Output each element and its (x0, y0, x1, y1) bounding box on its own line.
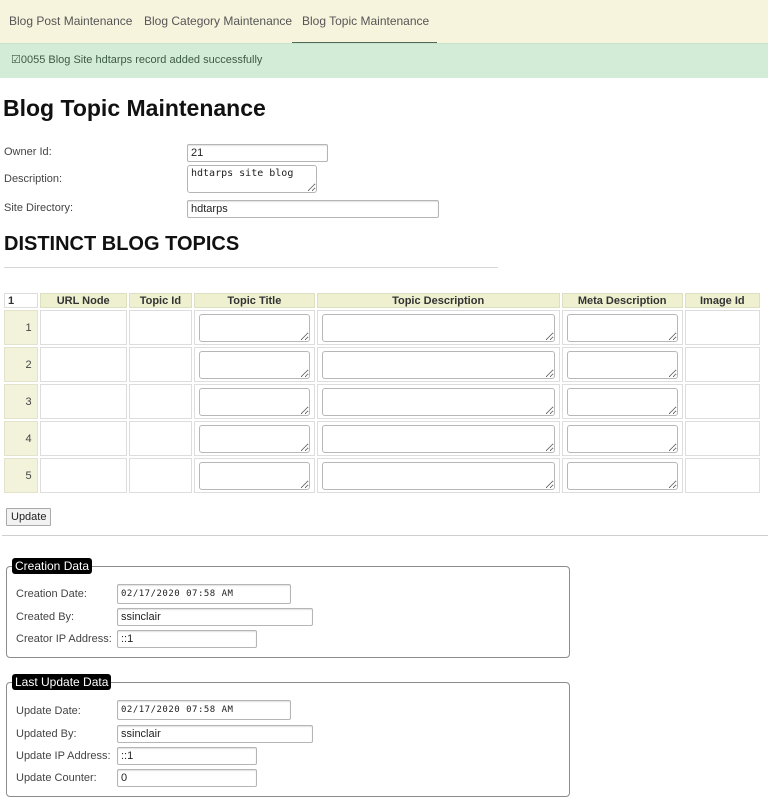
image-id-cell (684, 421, 760, 456)
topic-title-textarea[interactable] (199, 350, 310, 379)
divider (2, 535, 768, 536)
created-by-label: Created By: (16, 611, 75, 623)
url-node-cell (39, 384, 127, 419)
image-id-cell (684, 384, 760, 419)
column-header-topic-title: Topic Title (194, 293, 315, 308)
meta-description-cell (561, 458, 683, 493)
update-counter-input[interactable] (117, 769, 257, 787)
column-header-topic-id: Topic Id (128, 293, 193, 308)
last-update-data-legend: Last Update Data (12, 674, 112, 690)
creator-ip-label: Creator IP Address: (16, 633, 112, 645)
topic-id-cell (128, 310, 193, 345)
table-row: 3 (4, 384, 760, 419)
column-header-meta-description: Meta Description (561, 293, 683, 308)
topic-description-textarea[interactable] (321, 313, 555, 342)
creation-date-label: Creation Date: (16, 588, 87, 600)
row-number: 4 (4, 421, 38, 456)
update-counter-label: Update Counter: (16, 772, 97, 784)
owner-id-input[interactable] (187, 144, 328, 162)
creation-data-legend: Creation Data (12, 558, 93, 574)
meta-description-cell (561, 384, 683, 419)
meta-description-textarea[interactable] (566, 387, 678, 416)
column-header-image-id: Image Id (684, 293, 760, 308)
url-node-cell (39, 458, 127, 493)
tab-blog-category-maintenance[interactable]: Blog Category Maintenance (144, 0, 292, 43)
update-ip-input[interactable] (117, 747, 257, 765)
topic-id-cell (128, 384, 193, 419)
table-row: 5 (4, 458, 760, 493)
meta-description-textarea[interactable] (566, 350, 678, 379)
topic-description-textarea[interactable] (321, 461, 555, 490)
topic-title-textarea[interactable] (199, 424, 310, 453)
update-ip-label: Update IP Address: (16, 750, 111, 762)
creation-date-input[interactable] (117, 584, 291, 604)
row-number: 3 (4, 384, 38, 419)
image-id-cell (684, 458, 760, 493)
image-id-cell (684, 347, 760, 382)
table-row: 1 (4, 310, 760, 345)
column-header-url-node: URL Node (39, 293, 127, 308)
row-counter-header: 1 (4, 293, 38, 308)
meta-description-cell (561, 347, 683, 382)
tab-blog-post-maintenance[interactable]: Blog Post Maintenance (9, 0, 132, 43)
url-node-cell (39, 310, 127, 345)
table-row: 4 (4, 421, 760, 456)
tab-blog-topic-maintenance[interactable]: Blog Topic Maintenance (291, 0, 438, 44)
topics-table: 1 URL Node Topic Id Topic Title Topic De… (2, 291, 762, 495)
created-by-input[interactable] (117, 608, 313, 626)
row-number: 1 (4, 310, 38, 345)
update-date-input[interactable] (117, 700, 291, 720)
table-header-row: 1 URL Node Topic Id Topic Title Topic De… (4, 293, 760, 308)
success-alert: ☑0055 Blog Site hdtarps record added suc… (0, 43, 768, 78)
meta-description-textarea[interactable] (566, 313, 678, 342)
update-date-label: Update Date: (16, 705, 81, 717)
nav-tab-bar: Blog Post Maintenance Blog Category Main… (0, 0, 768, 44)
section-title-distinct-blog-topics: DISTINCT BLOG TOPICS (4, 233, 240, 255)
column-header-topic-description: Topic Description (316, 293, 560, 308)
owner-id-label: Owner Id: (4, 146, 52, 158)
description-label: Description: (4, 173, 63, 185)
updated-by-label: Updated By: (16, 728, 77, 740)
topic-title-textarea[interactable] (199, 313, 310, 342)
topic-description-cell (316, 310, 560, 345)
section-divider (4, 267, 498, 268)
update-button[interactable]: Update (6, 508, 52, 526)
meta-description-textarea[interactable] (566, 424, 678, 453)
description-textarea[interactable]: hdtarps site blog (187, 165, 317, 193)
topic-description-cell (316, 384, 560, 419)
meta-description-textarea[interactable] (566, 461, 678, 490)
topic-description-cell (316, 421, 560, 456)
topic-title-textarea[interactable] (199, 387, 310, 416)
topic-title-cell (194, 421, 315, 456)
site-directory-label: Site Directory: (4, 202, 74, 214)
topic-id-cell (128, 421, 193, 456)
url-node-cell (39, 421, 127, 456)
topic-description-textarea[interactable] (321, 424, 555, 453)
url-node-cell (39, 347, 127, 382)
meta-description-cell (561, 310, 683, 345)
meta-description-cell (561, 421, 683, 456)
updated-by-input[interactable] (117, 725, 313, 743)
checkbox-checked-icon: ☑ (11, 54, 21, 66)
topic-title-cell (194, 458, 315, 493)
creator-ip-input[interactable] (117, 630, 257, 648)
topic-title-cell (194, 384, 315, 419)
topic-title-textarea[interactable] (199, 461, 310, 490)
topic-id-cell (128, 458, 193, 493)
topic-description-cell (316, 347, 560, 382)
topic-title-cell (194, 310, 315, 345)
topic-title-cell (194, 347, 315, 382)
site-directory-input[interactable] (187, 200, 439, 218)
image-id-cell (684, 310, 760, 345)
page-title: Blog Topic Maintenance (3, 95, 266, 121)
topic-id-cell (128, 347, 193, 382)
topic-description-textarea[interactable] (321, 350, 555, 379)
row-number: 5 (4, 458, 38, 493)
table-row: 2 (4, 347, 760, 382)
alert-message: 0055 Blog Site hdtarps record added succ… (20, 54, 263, 66)
row-number: 2 (4, 347, 38, 382)
topic-description-cell (316, 458, 560, 493)
topic-description-textarea[interactable] (321, 387, 555, 416)
